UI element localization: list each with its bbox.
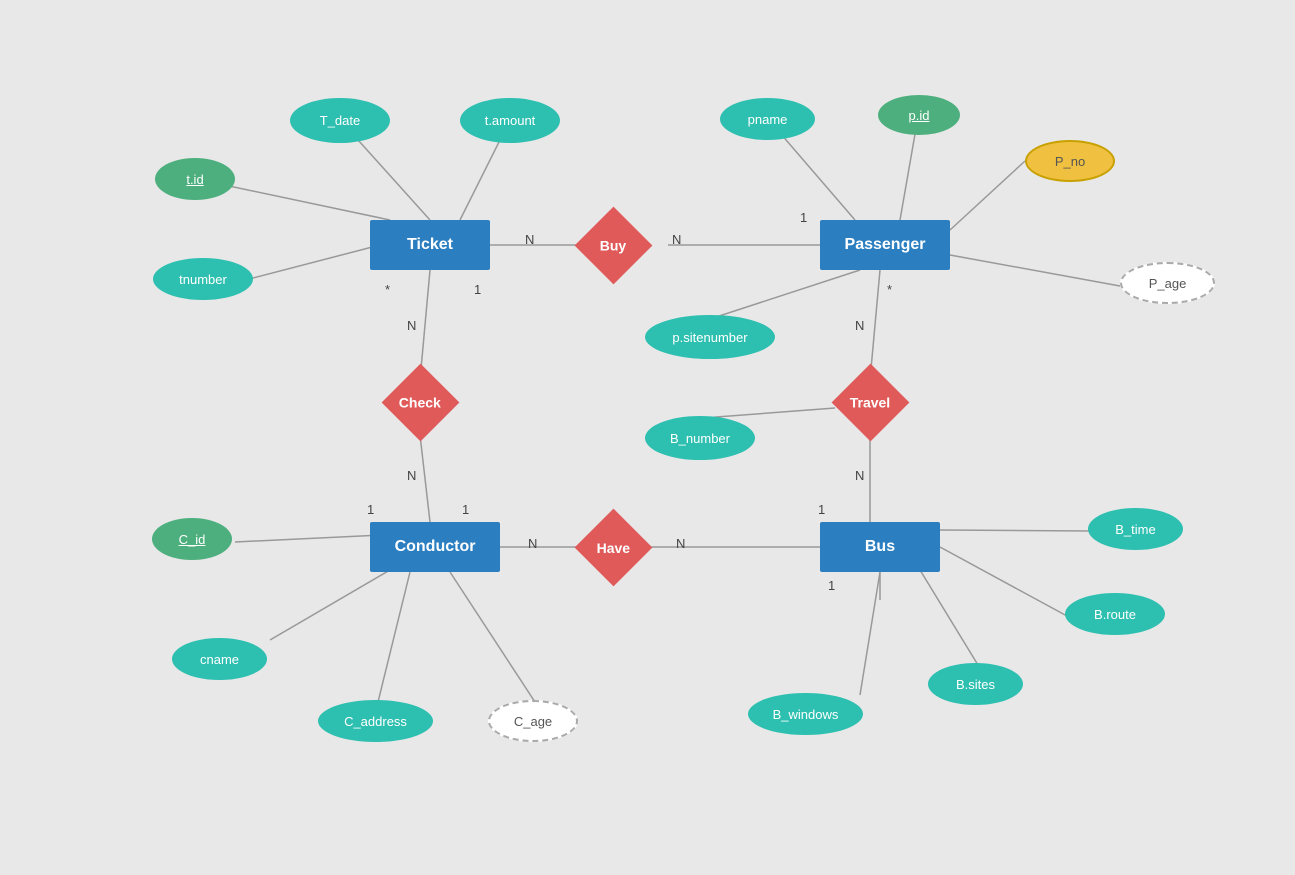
attr-t-amount[interactable]: t.amount xyxy=(460,98,560,143)
entity-conductor[interactable]: Conductor xyxy=(370,522,500,572)
relation-check[interactable]: Check xyxy=(382,364,460,442)
attr-p-age[interactable]: P_age xyxy=(1120,262,1215,304)
attr-t-date[interactable]: T_date xyxy=(290,98,390,143)
attr-c-age[interactable]: C_age xyxy=(488,700,578,742)
attr-b-time[interactable]: B_time xyxy=(1088,508,1183,550)
cardinality-passenger-star: * xyxy=(887,282,892,297)
relation-travel[interactable]: Travel xyxy=(832,364,910,442)
attr-cname[interactable]: cname xyxy=(172,638,267,680)
attr-tnumber[interactable]: tnumber xyxy=(153,258,253,300)
cardinality-bus-1a: 1 xyxy=(818,502,825,517)
cardinality-ticket-star: * xyxy=(385,282,390,297)
attr-t-id[interactable]: t.id xyxy=(155,158,235,200)
cardinality-buy-n1: N xyxy=(525,232,534,247)
attr-p-no[interactable]: P_no xyxy=(1025,140,1115,182)
entity-bus[interactable]: Bus xyxy=(820,522,940,572)
cardinality-ticket-1: 1 xyxy=(474,282,481,297)
attr-p-sitenumber[interactable]: p.sitenumber xyxy=(645,315,775,359)
er-diagram-canvas: Ticket Passenger Conductor Bus Buy Check… xyxy=(0,0,1295,875)
cardinality-buy-n2: N xyxy=(672,232,681,247)
cardinality-conductor-1b: 1 xyxy=(462,502,469,517)
attr-b-windows[interactable]: B_windows xyxy=(748,693,863,735)
entity-ticket[interactable]: Ticket xyxy=(370,220,490,270)
attr-c-id[interactable]: C_id xyxy=(152,518,232,560)
cardinality-travel-n-bot: N xyxy=(855,468,864,483)
cardinality-check-n-top: N xyxy=(407,318,416,333)
cardinality-check-n-bot: N xyxy=(407,468,416,483)
relation-have[interactable]: Have xyxy=(575,509,653,587)
cardinality-travel-n-top: N xyxy=(855,318,864,333)
attr-b-number[interactable]: B_number xyxy=(645,416,755,460)
cardinality-conductor-1a: 1 xyxy=(367,502,374,517)
cardinality-have-n1: N xyxy=(528,536,537,551)
attr-b-route[interactable]: B.route xyxy=(1065,593,1165,635)
entity-passenger[interactable]: Passenger xyxy=(820,220,950,270)
attr-pname[interactable]: pname xyxy=(720,98,815,140)
cardinality-have-n2: N xyxy=(676,536,685,551)
relation-buy[interactable]: Buy xyxy=(575,207,653,285)
cardinality-buy-1: 1 xyxy=(800,210,807,225)
attr-c-address[interactable]: C_address xyxy=(318,700,433,742)
attr-b-sites[interactable]: B.sites xyxy=(928,663,1023,705)
attr-p-id[interactable]: p.id xyxy=(878,95,960,135)
cardinality-bus-1b: 1 xyxy=(828,578,835,593)
